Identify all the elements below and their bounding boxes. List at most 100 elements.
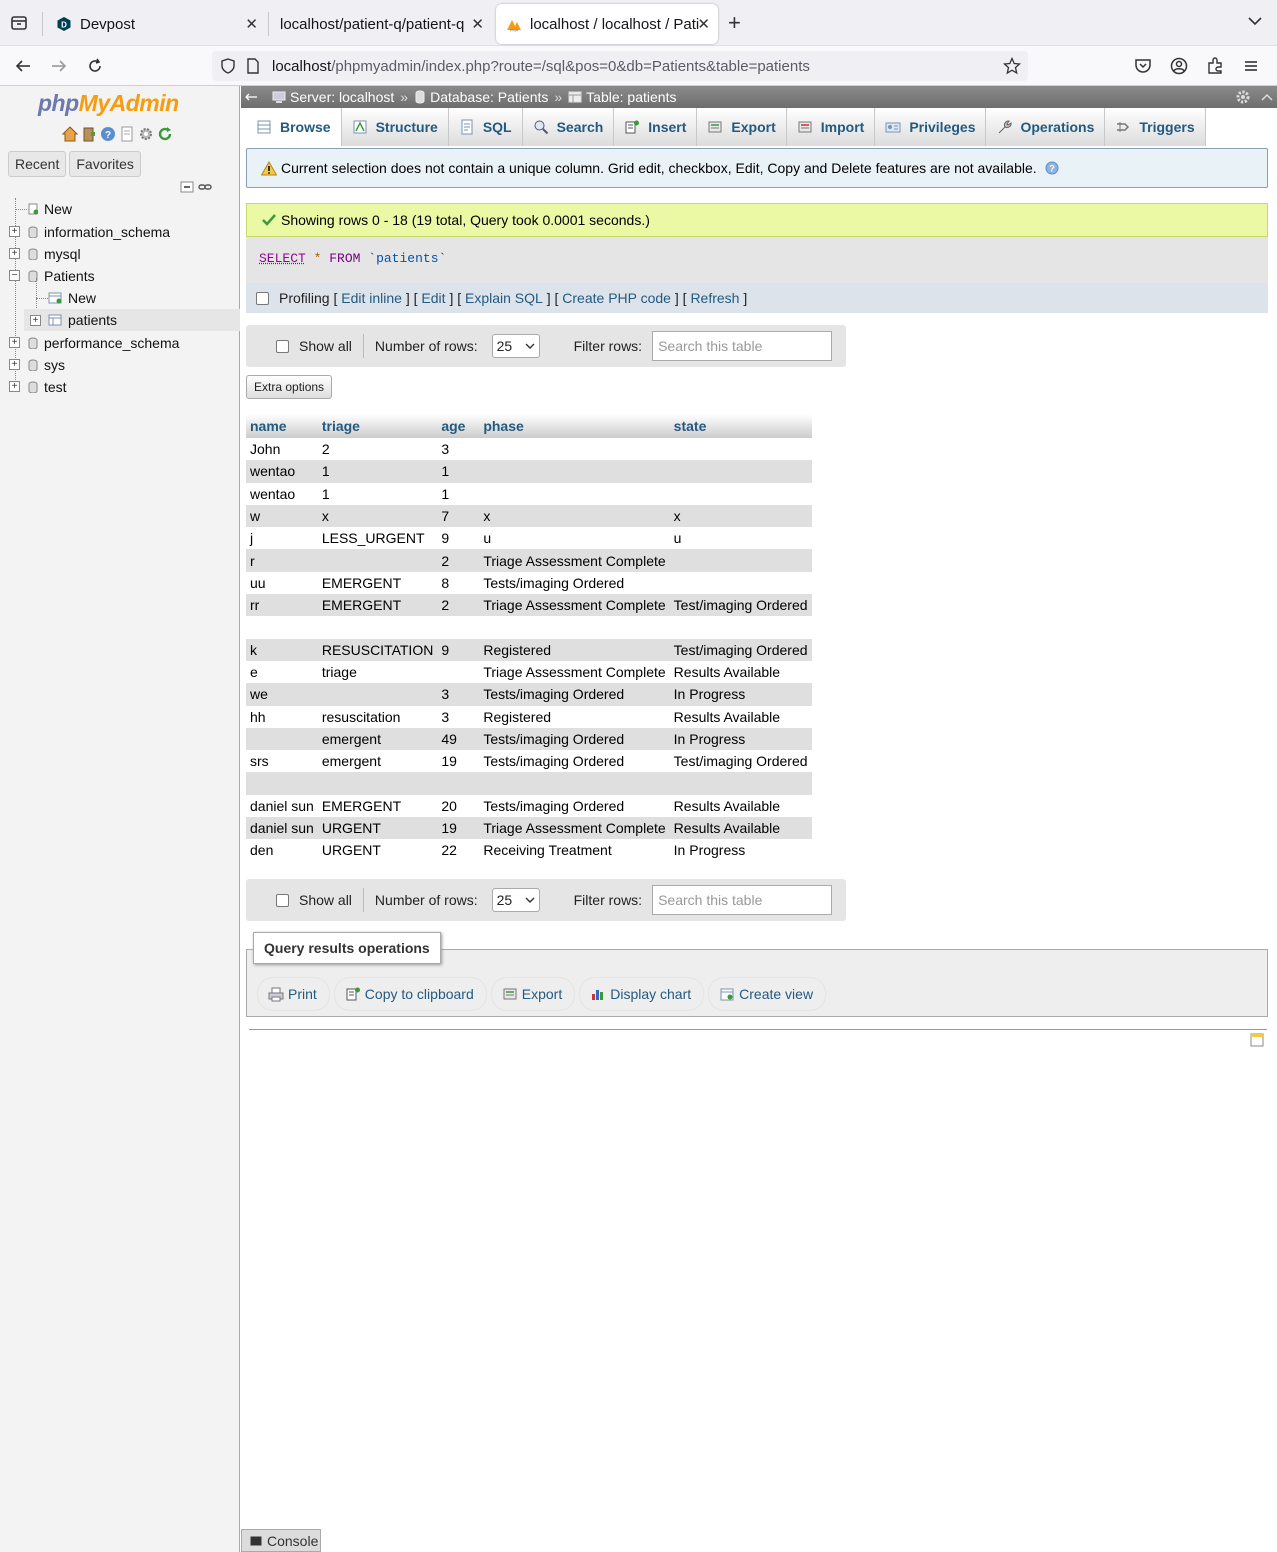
chevron-down-icon[interactable]	[1247, 13, 1263, 29]
docs-icon[interactable]	[119, 126, 135, 142]
column-header-triage[interactable]: triage	[317, 414, 438, 438]
expand-icon[interactable]: +	[9, 337, 20, 348]
refresh-link[interactable]: Refresh	[690, 290, 739, 306]
expand-icon[interactable]: +	[30, 315, 41, 326]
expand-icon[interactable]: +	[9, 248, 20, 259]
account-icon[interactable]	[1170, 57, 1188, 75]
column-header-phase[interactable]: phase	[479, 414, 670, 438]
num-rows-select[interactable]: 25	[491, 888, 540, 912]
collapse-header-icon[interactable]	[1261, 91, 1273, 103]
settings-gear-icon[interactable]	[1235, 89, 1251, 105]
create-php-code-link[interactable]: Create PHP code	[562, 290, 671, 306]
sql-select-keyword[interactable]: SELECT	[259, 251, 306, 266]
reload-icon	[89, 58, 101, 72]
breadcrumb-server[interactable]: Server: localhost	[272, 89, 394, 105]
tab-phpmyadmin[interactable]: PMA localhost / localhost / Pati ✕	[496, 4, 718, 44]
url-bar[interactable]: localhost/phpmyadmin/index.php?route=/sq…	[212, 51, 1028, 81]
close-icon[interactable]: ✕	[697, 15, 710, 33]
close-icon[interactable]: ✕	[245, 15, 258, 33]
table-cell-state: Results Available	[669, 705, 812, 728]
help-icon[interactable]: ?	[100, 126, 116, 142]
table-cell-age: 3	[437, 705, 480, 728]
tree-item-patients-db[interactable]: Patients	[28, 265, 95, 287]
tree-item-test[interactable]: test	[28, 376, 67, 398]
new-tab-button[interactable]: +	[728, 12, 741, 34]
tab-triggers[interactable]: Triggers	[1105, 108, 1206, 146]
show-all-checkbox[interactable]	[276, 893, 289, 907]
filter-rows-input[interactable]: Search this table	[652, 885, 833, 915]
tab-search[interactable]: Search	[522, 108, 615, 146]
column-header-name[interactable]: name	[246, 414, 318, 438]
table-row: wentao 1 1	[246, 482, 812, 505]
reload-navigation-icon[interactable]	[157, 126, 173, 142]
page-icon[interactable]	[246, 58, 260, 74]
pocket-icon[interactable]	[1134, 57, 1152, 75]
print-button[interactable]: Print	[258, 978, 329, 1010]
column-header-age[interactable]: age	[437, 414, 480, 438]
help-icon[interactable]: ?	[1045, 161, 1059, 175]
tab-insert[interactable]: Insert	[614, 108, 698, 146]
favorites-tab[interactable]: Favorites	[69, 151, 141, 177]
server-icon	[272, 91, 286, 103]
back-button[interactable]	[12, 55, 34, 77]
edit-inline-link[interactable]: Edit inline	[341, 290, 402, 306]
profiling-checkbox[interactable]	[256, 291, 269, 305]
tree-item-sys[interactable]: sys	[28, 354, 65, 376]
tab-import[interactable]: Import	[786, 108, 876, 146]
recent-tab[interactable]: Recent	[8, 151, 67, 177]
edit-link[interactable]: Edit	[421, 290, 445, 306]
extra-options-button[interactable]: Extra options	[246, 375, 333, 399]
collapse-all-icon[interactable]	[180, 181, 194, 193]
tab-browse[interactable]: Browse	[246, 108, 342, 146]
tree-item-patients-table[interactable]: patients	[24, 309, 240, 331]
table-cell-name: r	[246, 549, 318, 572]
svg-text:?: ?	[105, 130, 111, 141]
tree-item-mysql[interactable]: mysql	[28, 243, 81, 265]
filter-rows-input[interactable]: Search this table	[652, 331, 833, 361]
tab-operations[interactable]: Operations	[986, 108, 1106, 146]
tab-structure[interactable]: Structure	[341, 108, 449, 146]
num-rows-select[interactable]: 25	[491, 334, 540, 358]
breadcrumb-database[interactable]: Database: Patients	[414, 89, 548, 105]
table-cell-name: den	[246, 839, 318, 862]
phpmyadmin-logo[interactable]: phpMyAdmin	[38, 90, 179, 117]
display-chart-button[interactable]: Display chart	[580, 978, 704, 1010]
table-cell-state: Results Available	[669, 794, 812, 818]
table-cell-age	[437, 660, 480, 684]
shield-icon[interactable]	[220, 58, 236, 74]
expand-icon[interactable]: +	[9, 381, 20, 392]
show-all-checkbox[interactable]	[276, 339, 289, 353]
tree-item-patients-new[interactable]: New	[48, 287, 96, 309]
explain-sql-link[interactable]: Explain SQL	[465, 290, 543, 306]
arrow-left-icon[interactable]	[244, 90, 258, 104]
tab-patient-q[interactable]: localhost/patient-q/patient-q ✕	[270, 4, 492, 44]
tree-item-new[interactable]: New	[28, 198, 72, 220]
tab-devpost[interactable]: D Devpost ✕	[46, 4, 266, 44]
console-button[interactable]: Console	[241, 1529, 321, 1552]
tree-item-information-schema[interactable]: information_schema	[28, 221, 170, 243]
forward-button[interactable]	[48, 55, 70, 77]
reload-button[interactable]	[84, 55, 106, 77]
copy-to-clipboard-button[interactable]: Copy to clipboard	[334, 978, 486, 1010]
menu-icon[interactable]	[1242, 57, 1260, 75]
settings-gear-icon[interactable]	[138, 126, 154, 142]
tree-item-performance-schema[interactable]: performance_schema	[28, 332, 179, 354]
tab-privileges[interactable]: Privileges	[875, 108, 987, 146]
link-icon[interactable]	[198, 181, 212, 193]
exit-icon[interactable]	[81, 126, 97, 142]
tab-list-icon[interactable]	[8, 12, 30, 34]
breadcrumb-table[interactable]: Table: patients	[568, 89, 676, 105]
extensions-icon[interactable]	[1206, 57, 1224, 75]
bookmark-star-icon[interactable]	[1003, 57, 1021, 75]
expand-icon[interactable]: +	[9, 359, 20, 370]
close-icon[interactable]: ✕	[471, 15, 484, 33]
tab-export[interactable]: Export	[697, 108, 787, 146]
home-icon[interactable]	[62, 126, 78, 142]
bookmark-icon[interactable]	[1250, 1033, 1264, 1047]
column-header-state[interactable]: state	[669, 414, 812, 438]
expand-icon[interactable]: +	[9, 226, 20, 237]
create-view-button[interactable]: Create view	[709, 978, 826, 1010]
tab-sql[interactable]: SQL	[448, 108, 523, 146]
collapse-icon[interactable]: −	[9, 270, 20, 281]
export-button[interactable]: Export	[491, 978, 575, 1010]
